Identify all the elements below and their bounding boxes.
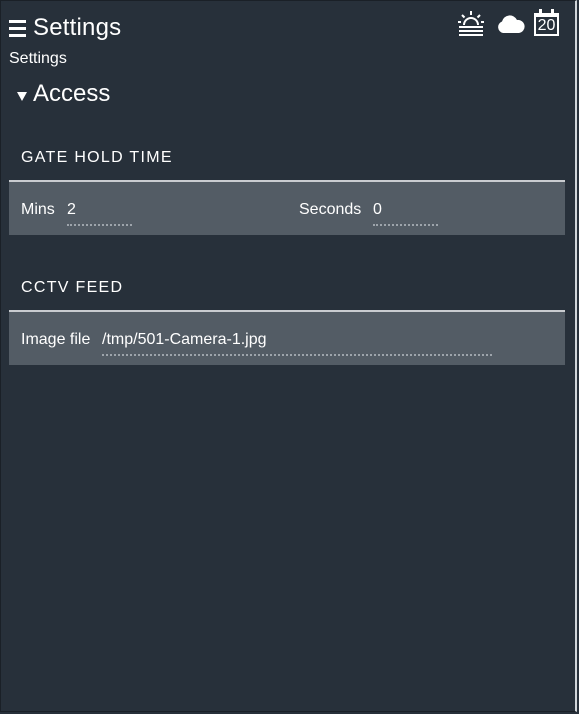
cctv-feed-panel: Image file /tmp/501-Camera-1.jpg bbox=[9, 310, 565, 365]
gate-hold-time-panel: Mins 2 Seconds 0 bbox=[9, 180, 565, 235]
image-file-label: Image file bbox=[21, 331, 91, 348]
calendar-icon[interactable]: 20 bbox=[531, 8, 564, 40]
image-file-input[interactable]: /tmp/501-Camera-1.jpg bbox=[102, 330, 492, 356]
header: Settings Settings 20 bbox=[0, 0, 579, 72]
seconds-label: Seconds bbox=[299, 201, 362, 218]
seconds-input[interactable]: 0 bbox=[373, 200, 438, 226]
sunrise-icon[interactable] bbox=[458, 10, 484, 38]
group-title-cctv-feed: CCTV FEED bbox=[21, 279, 124, 296]
menu-icon[interactable] bbox=[9, 20, 26, 37]
expand-arrow-icon bbox=[17, 92, 27, 101]
section-title: Access bbox=[33, 80, 111, 107]
page-title: Settings bbox=[33, 14, 122, 41]
mins-label: Mins bbox=[21, 201, 55, 218]
group-title-gate-hold-time: GATE HOLD TIME bbox=[21, 149, 173, 166]
cloud-icon[interactable] bbox=[497, 13, 525, 35]
calendar-day: 20 bbox=[537, 17, 556, 34]
breadcrumb: Settings bbox=[9, 50, 67, 67]
mins-input[interactable]: 2 bbox=[67, 200, 132, 226]
